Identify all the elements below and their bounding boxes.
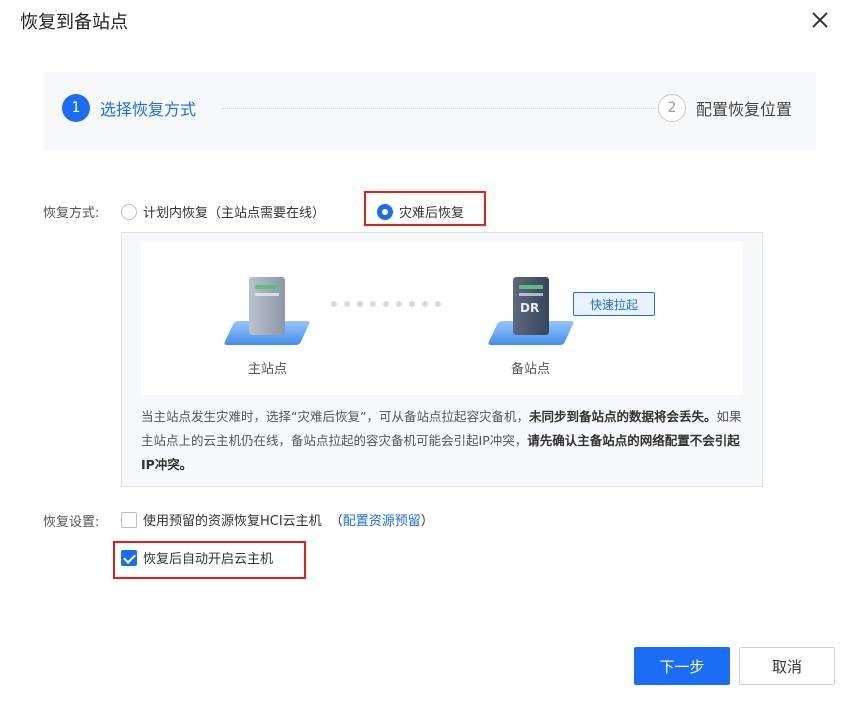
info-panel: DR 快速拉起 主站点 备站点 当主站点发生灾难时，选择“灾难后恢复”，可从备站… <box>121 232 763 487</box>
backup-server-icon: DR <box>487 269 575 345</box>
configure-reservation-link[interactable]: 配置资源预留 <box>343 510 421 529</box>
fast-boot-badge: 快速拉起 <box>573 292 655 316</box>
highlight-box-auto-start <box>113 541 306 579</box>
checkbox-use-reserved-label: 使用预留的资源恢复HCI云主机 <box>143 514 322 529</box>
dr-badge: DR <box>520 301 540 315</box>
dialog-title: 恢复到备站点 <box>20 12 128 33</box>
primary-site-label: 主站点 <box>248 362 288 377</box>
recovery-settings-label: 恢复设置: <box>43 515 100 530</box>
checkbox-use-reserved-resources[interactable]: 使用预留的资源恢复HCI云主机 （ 配置资源预留 ） <box>121 510 434 529</box>
step-1-number: 1 <box>62 94 90 122</box>
step-1-label: 选择恢复方式 <box>100 100 197 119</box>
next-button[interactable]: 下一步 <box>634 647 730 685</box>
radio-planned-recovery[interactable]: 计划内恢复（主站点需要在线） <box>121 202 325 221</box>
step-2: 2 配置恢复位置 <box>657 94 792 122</box>
step-1: 1 选择恢复方式 <box>62 94 196 122</box>
recovery-description: 当主站点发生灾难时，选择“灾难后恢复”，可从备站点拉起容灾备机，未同步到备站点的… <box>141 409 742 472</box>
radio-planned-indicator[interactable] <box>121 203 137 220</box>
step-2-number: 2 <box>657 94 686 122</box>
highlight-box-disaster-recovery <box>364 191 486 226</box>
paren-close: ） <box>420 514 434 529</box>
connection-dots <box>331 301 441 307</box>
radio-planned-label: 计划内恢复（主站点需要在线） <box>143 206 326 221</box>
primary-server-icon <box>223 269 311 345</box>
cancel-button[interactable]: 取消 <box>739 647 835 685</box>
paren-open: （ <box>329 514 343 529</box>
close-icon[interactable] <box>808 8 832 32</box>
step-connector <box>222 108 668 109</box>
recovery-diagram: DR 快速拉起 主站点 备站点 <box>141 241 743 395</box>
recovery-method-label: 恢复方式: <box>43 206 100 221</box>
step-2-label: 配置恢复位置 <box>695 100 792 119</box>
step-progress: 1 选择恢复方式 2 配置恢复位置 <box>44 72 816 150</box>
checkbox-use-reserved-indicator[interactable] <box>121 511 137 528</box>
backup-site-label: 备站点 <box>511 362 551 377</box>
